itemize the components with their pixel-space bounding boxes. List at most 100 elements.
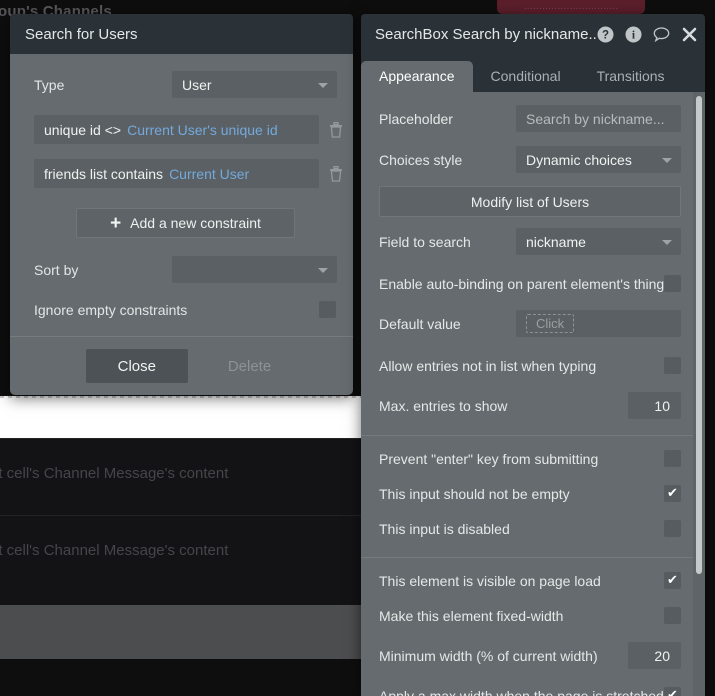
ignore-empty-row: Ignore empty constraints xyxy=(10,283,353,336)
visible-on-load-label: This element is visible on page load xyxy=(379,572,601,589)
max-entries-input[interactable]: 10 xyxy=(628,392,681,419)
max-entries-label: Max. entries to show xyxy=(379,397,508,414)
canvas-red-button[interactable]: ............................... xyxy=(497,0,645,14)
type-select-value: User xyxy=(182,76,212,93)
canvas-gray-bar xyxy=(0,605,370,659)
field-to-search-value: nickname xyxy=(526,233,586,250)
constraint-1-field[interactable]: friends list contains Current User xyxy=(34,159,319,188)
allow-entries-checkbox[interactable] xyxy=(664,357,681,374)
ignore-empty-checkbox[interactable] xyxy=(319,301,336,318)
auto-binding-label: Enable auto-binding on parent element's … xyxy=(379,275,665,292)
property-editor-header: SearchBox Search by nickname.. ? i xyxy=(361,14,705,55)
tab-transitions[interactable]: Transitions xyxy=(579,61,683,92)
sort-by-select[interactable] xyxy=(172,256,337,283)
canvas-repeating-cell-1[interactable]: nt cell's Channel Message's content xyxy=(0,438,370,515)
property-row-visible-on-load: This element is visible on page load xyxy=(361,563,705,598)
field-to-search-label: Field to search xyxy=(379,233,471,250)
type-select[interactable]: User xyxy=(172,71,337,98)
property-list-scrollbar-thumb[interactable] xyxy=(696,96,702,574)
property-row-disabled: This input is disabled xyxy=(361,511,705,546)
property-row-not-empty: This input should not be empty xyxy=(361,476,705,511)
fixed-width-checkbox[interactable] xyxy=(664,607,681,624)
not-empty-label: This input should not be empty xyxy=(379,485,570,502)
constraint-0-field[interactable]: unique id <> Current User's unique id xyxy=(34,115,319,144)
trash-icon[interactable] xyxy=(329,121,343,138)
canvas-red-button-label: ............................... xyxy=(523,0,619,12)
default-value-click-chip[interactable]: Click xyxy=(526,314,575,333)
header-icon-group: ? i xyxy=(597,26,698,43)
placeholder-value: Search by nickname... xyxy=(526,110,665,127)
auto-binding-checkbox[interactable] xyxy=(664,275,682,292)
property-list: Placeholder Search by nickname... Choice… xyxy=(361,92,705,696)
tab-conditional[interactable]: Conditional xyxy=(473,61,579,92)
close-button[interactable]: Close xyxy=(85,349,188,383)
allow-entries-label: Allow entries not in list when typing xyxy=(379,357,597,374)
disabled-label: This input is disabled xyxy=(379,520,510,537)
add-constraint-button[interactable]: + Add a new constraint xyxy=(76,208,295,238)
ignore-empty-label: Ignore empty constraints xyxy=(34,301,188,318)
search-for-users-dialog: Search for Users Type User unique id <> … xyxy=(10,14,353,395)
chevron-down-icon xyxy=(662,239,672,245)
element-property-editor: SearchBox Search by nickname.. ? i Appea… xyxy=(361,14,705,696)
chevron-down-icon xyxy=(662,157,672,163)
constraint-row: friends list contains Current User xyxy=(10,144,353,188)
type-row: Type User xyxy=(10,54,353,98)
canvas-white-pane xyxy=(0,396,370,438)
visible-on-load-checkbox[interactable] xyxy=(664,571,681,589)
property-editor-tabs: Appearance Conditional Transitions xyxy=(361,55,705,92)
property-editor-title: SearchBox Search by nickname.. xyxy=(375,26,597,43)
add-constraint-wrapper: + Add a new constraint xyxy=(10,188,353,238)
max-width-stretched-checkbox[interactable] xyxy=(664,686,681,696)
info-icon[interactable]: i xyxy=(625,26,642,43)
modify-list-label: Modify list of Users xyxy=(470,193,590,210)
constraint-1-name: friends list contains xyxy=(44,165,164,182)
constraint-row: unique id <> Current User's unique id xyxy=(10,98,353,144)
canvas-repeating-cell-2[interactable]: nt cell's Channel Message's content xyxy=(0,515,370,606)
prevent-enter-checkbox[interactable] xyxy=(664,450,681,467)
property-row-minimum-width: Minimum width (% of current width) 20 xyxy=(361,638,705,673)
minimum-width-value: 20 xyxy=(654,647,670,664)
prevent-enter-label: Prevent "enter" key from submitting xyxy=(379,450,599,467)
search-dialog-title: Search for Users xyxy=(25,25,138,43)
placeholder-label: Placeholder xyxy=(379,110,453,127)
chevron-down-icon xyxy=(318,82,328,88)
add-constraint-label: Add a new constraint xyxy=(130,215,261,231)
search-dialog-footer: Close Delete xyxy=(10,336,353,395)
chevron-down-icon xyxy=(318,267,328,273)
field-to-search-select[interactable]: nickname xyxy=(516,228,681,255)
property-row-prevent-enter: Prevent "enter" key from submitting xyxy=(361,441,705,476)
max-width-stretched-label: Apply a max width when the page is stret… xyxy=(379,687,664,696)
comment-icon[interactable] xyxy=(653,26,670,43)
canvas-cell-text-2: nt cell's Channel Message's content xyxy=(0,542,229,559)
property-row-max-entries: Max. entries to show 10 xyxy=(361,388,705,423)
canvas-cell-text-1: nt cell's Channel Message's content xyxy=(0,465,229,482)
choices-style-select[interactable]: Dynamic choices xyxy=(516,146,681,173)
disabled-checkbox[interactable] xyxy=(664,520,681,537)
property-row-fixed-width: Make this element fixed-width xyxy=(361,598,705,633)
divider xyxy=(361,557,705,558)
default-value-input[interactable]: Click xyxy=(516,310,681,337)
property-row-auto-binding: Enable auto-binding on parent element's … xyxy=(361,266,705,301)
modify-list-of-users-button[interactable]: Modify list of Users xyxy=(379,186,681,217)
divider xyxy=(361,435,705,436)
svg-text:?: ? xyxy=(602,30,609,42)
canvas-dashed-divider xyxy=(0,396,370,398)
max-entries-value: 10 xyxy=(654,397,670,414)
minimum-width-label: Minimum width (% of current width) xyxy=(379,647,598,664)
placeholder-input[interactable]: Search by nickname... xyxy=(516,105,681,132)
choices-style-label: Choices style xyxy=(379,151,463,168)
search-dialog-body: Type User unique id <> Current User's un… xyxy=(10,54,353,395)
minimum-width-input[interactable]: 20 xyxy=(628,642,681,669)
delete-button[interactable]: Delete xyxy=(222,357,277,376)
constraint-0-name: unique id <> xyxy=(44,121,122,138)
property-row-field-to-search: Field to search nickname xyxy=(361,224,705,259)
not-empty-checkbox[interactable] xyxy=(664,484,681,502)
trash-icon[interactable] xyxy=(329,165,343,182)
property-row-placeholder: Placeholder Search by nickname... xyxy=(361,101,705,136)
help-icon[interactable]: ? xyxy=(597,26,614,43)
tab-appearance[interactable]: Appearance xyxy=(361,61,473,92)
property-row-allow-entries: Allow entries not in list when typing xyxy=(361,348,705,383)
property-row-default-value: Default value Click xyxy=(361,306,705,341)
close-icon[interactable] xyxy=(681,26,698,43)
sort-by-row: Sort by xyxy=(10,238,353,283)
